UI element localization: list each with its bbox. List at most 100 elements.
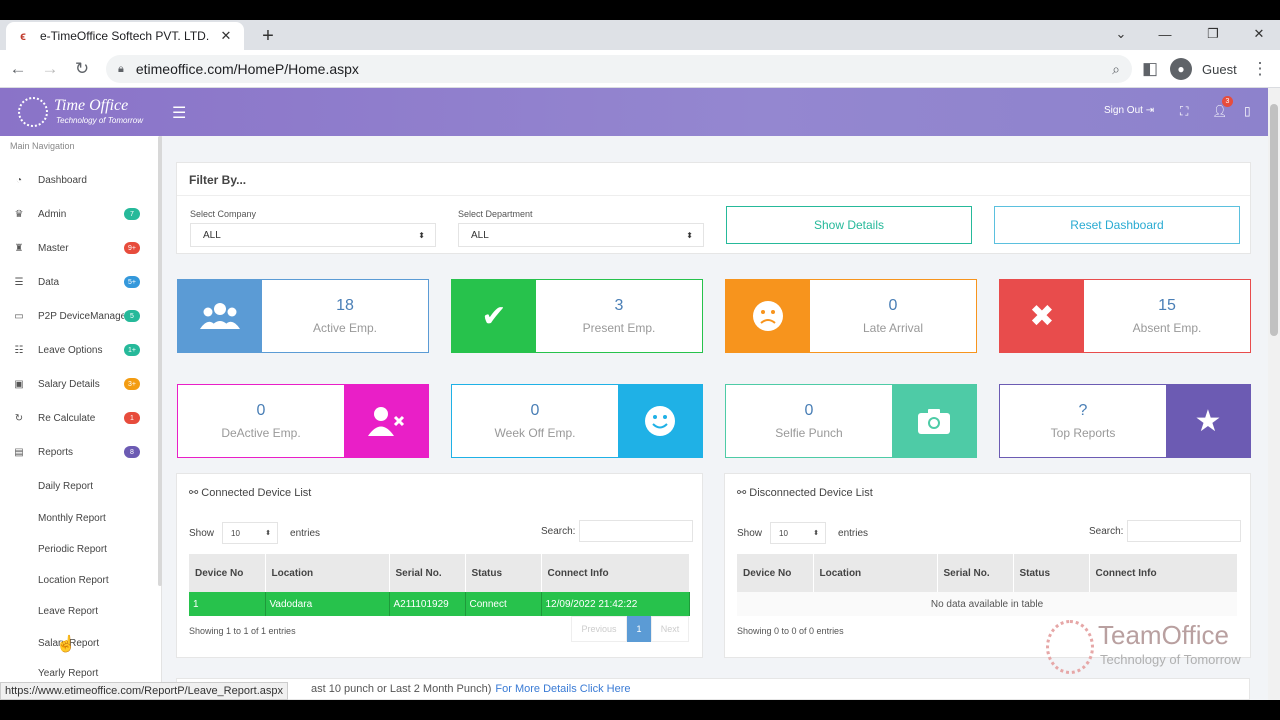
stat-top-reports[interactable]: ? Top Reports ★ — [999, 384, 1251, 458]
new-tab-icon[interactable]: + — [256, 24, 280, 48]
disconnected-title-text: Disconnected Device List — [749, 487, 873, 499]
stat-late-arrival[interactable]: 0 Late Arrival — [725, 279, 977, 353]
page-scrollbar[interactable] — [1268, 88, 1280, 700]
sidebar-item-data[interactable]: ☰ Data 5+ — [0, 269, 156, 295]
page-length-select[interactable]: 10 ⬍ — [222, 522, 279, 544]
reload-icon[interactable]: ↻ — [70, 57, 94, 81]
department-select[interactable]: ALL ⬍ — [458, 223, 704, 247]
sidebar-item-reports[interactable]: ▤ Reports 8 — [0, 439, 156, 465]
forward-icon[interactable]: → — [38, 57, 62, 81]
disconnected-device-title: ⚯ Disconnected Device List — [737, 486, 873, 499]
sidebar-item-dashboard[interactable]: ◔ Dashboard — [0, 167, 156, 193]
search-input[interactable] — [579, 520, 694, 542]
fullscreen-icon[interactable]: ⛶ — [1180, 104, 1188, 119]
sidebar-subitem-location-report[interactable]: Location Report — [38, 575, 109, 586]
profile-label: Guest — [1202, 61, 1237, 77]
camera-icon — [892, 385, 976, 457]
select-arrows-icon: ⬍ — [813, 530, 820, 537]
column-header[interactable]: Connect Info — [1089, 554, 1238, 592]
hamburger-menu-icon[interactable]: ☰ — [172, 103, 186, 123]
sidebar-item-label: Dashboard — [38, 174, 87, 186]
close-tab-icon[interactable]: ✕ — [218, 28, 234, 44]
sidebar-subitem-yearly-report[interactable]: Yearly Report — [38, 668, 98, 679]
restore-icon[interactable]: ❐ — [1198, 22, 1228, 46]
sign-out-button[interactable]: Sign Out ⇥ — [1104, 105, 1154, 116]
previous-button[interactable]: Previous — [571, 616, 627, 642]
watermark-name: TeamOffice — [1098, 620, 1230, 650]
connected-device-table: Device No Location Serial No. Status Con… — [189, 554, 690, 616]
page-length-select[interactable]: 10 ⬍ — [770, 522, 827, 544]
close-window-icon[interactable]: ✕ — [1244, 22, 1274, 46]
list-icon: ☷ — [14, 344, 24, 356]
sidebar-item-p2p-device-manage[interactable]: ▭ P2P DeviceManage 5 — [0, 303, 156, 329]
column-header[interactable]: Serial No. — [389, 554, 466, 592]
connected-device-panel: ⚯ Connected Device List Show 10 ⬍ entries… — [176, 473, 703, 658]
column-header[interactable]: Status — [465, 554, 542, 592]
sidebar-subitem-daily-report[interactable]: Daily Report — [38, 481, 93, 492]
column-header[interactable]: Device No — [189, 554, 266, 592]
browser-tab[interactable]: ϵ e-TimeOffice Softech PVT. LTD. ✕ — [6, 22, 244, 50]
table-cell: 12/09/2022 21:42:22 — [541, 592, 690, 616]
table-cell: 1 — [189, 592, 266, 616]
sidepanel-icon[interactable]: ◧ — [1138, 57, 1162, 81]
sidebar-item-leave-options[interactable]: ☷ Leave Options 1+ — [0, 337, 156, 363]
column-header[interactable]: Location — [265, 554, 390, 592]
stat-deactive-emp[interactable]: 0 DeActive Emp. — [177, 384, 429, 458]
sidebar-item-master[interactable]: ♜ Master 9+ — [0, 235, 156, 261]
next-button[interactable]: Next — [651, 616, 689, 642]
column-header[interactable]: Device No — [737, 554, 814, 592]
sidebar-item-salary-details[interactable]: ▣ Salary Details 3+ — [0, 371, 156, 397]
sidebar-item-admin[interactable]: ♛ Admin 7 — [0, 201, 156, 227]
table-cell: Connect — [465, 592, 542, 616]
logo[interactable]: Time Office Technology of Tomorrow — [18, 95, 148, 131]
sidebar-subitem-monthly-report[interactable]: Monthly Report — [38, 513, 106, 524]
stat-selfie-punch[interactable]: 0 Selfie Punch — [725, 384, 977, 458]
length-control: Show 10 ⬍ entries — [189, 522, 320, 544]
column-header[interactable]: Location — [813, 554, 938, 592]
table-info: Showing 0 to 0 of 0 entries — [737, 626, 844, 636]
stat-week-off-emp[interactable]: 0 Week Off Emp. — [451, 384, 703, 458]
select-arrows-icon: ⬍ — [265, 530, 272, 537]
address-input[interactable]: 🔒︎ etimeoffice.com/HomeP/Home.aspx ⌕ — [106, 55, 1132, 83]
search-control: Search: — [1089, 520, 1242, 542]
lock-icon: 🔒︎ — [118, 62, 124, 75]
table-row[interactable]: 1 Vadodara A211101929 Connect 12/09/2022… — [189, 592, 690, 616]
page-1-button[interactable]: 1 — [627, 616, 651, 642]
select-arrows-icon: ⬍ — [418, 230, 425, 240]
profile-button[interactable]: ● Guest — [1170, 57, 1237, 81]
select-arrows-icon: ⬍ — [686, 230, 693, 240]
sidebar-subitem-leave-report[interactable]: Leave Report — [38, 606, 98, 617]
stat-absent-emp[interactable]: ✖ 15 Absent Emp. — [999, 279, 1251, 353]
scrollbar-thumb[interactable] — [1270, 104, 1278, 336]
stat-value: ? — [1078, 402, 1088, 419]
column-header[interactable]: Serial No. — [937, 554, 1014, 592]
table-header-row: Device No Location Serial No. Status Con… — [189, 554, 690, 592]
stat-present-emp[interactable]: ✔ 3 Present Emp. — [451, 279, 703, 353]
count-badge: 1 — [124, 412, 140, 424]
more-details-link[interactable]: For More Details Click Here — [495, 683, 630, 695]
sign-out-label: Sign Out — [1104, 105, 1143, 116]
column-header[interactable]: Status — [1013, 554, 1090, 592]
reset-dashboard-button[interactable]: Reset Dashboard — [994, 206, 1240, 244]
company-select[interactable]: ALL ⬍ — [190, 223, 436, 247]
column-header[interactable]: Connect Info — [541, 554, 690, 592]
back-icon[interactable]: ← — [6, 57, 30, 81]
menu-dots-icon[interactable]: ⋮ — [1248, 57, 1272, 81]
entries-label: entries — [838, 527, 869, 539]
stat-active-emp[interactable]: 18 Active Emp. — [177, 279, 429, 353]
count-badge: 1+ — [124, 344, 140, 356]
stat-value: 0 — [256, 402, 266, 419]
count-badge: 3+ — [124, 378, 140, 390]
panel-toggle-icon[interactable]: ▯ — [1244, 104, 1251, 118]
tab-search-chevron-icon[interactable]: ⌄ — [1106, 22, 1136, 46]
search-input[interactable] — [1127, 520, 1242, 542]
sitemap-icon: ⚯ — [737, 487, 747, 499]
sidebar-item-re-calculate[interactable]: ↻ Re Calculate 1 — [0, 405, 156, 431]
favicon-icon: ϵ — [20, 29, 26, 43]
minimize-icon[interactable]: — — [1150, 22, 1180, 46]
search-control: Search: — [541, 520, 694, 542]
show-details-button[interactable]: Show Details — [726, 206, 972, 244]
sidebar-subitem-periodic-report[interactable]: Periodic Report — [38, 544, 107, 555]
zoom-icon[interactable]: ⌕ — [1112, 61, 1120, 78]
punch-panel-header: ast 10 punch or Last 2 Month Punch) For … — [176, 678, 1250, 700]
